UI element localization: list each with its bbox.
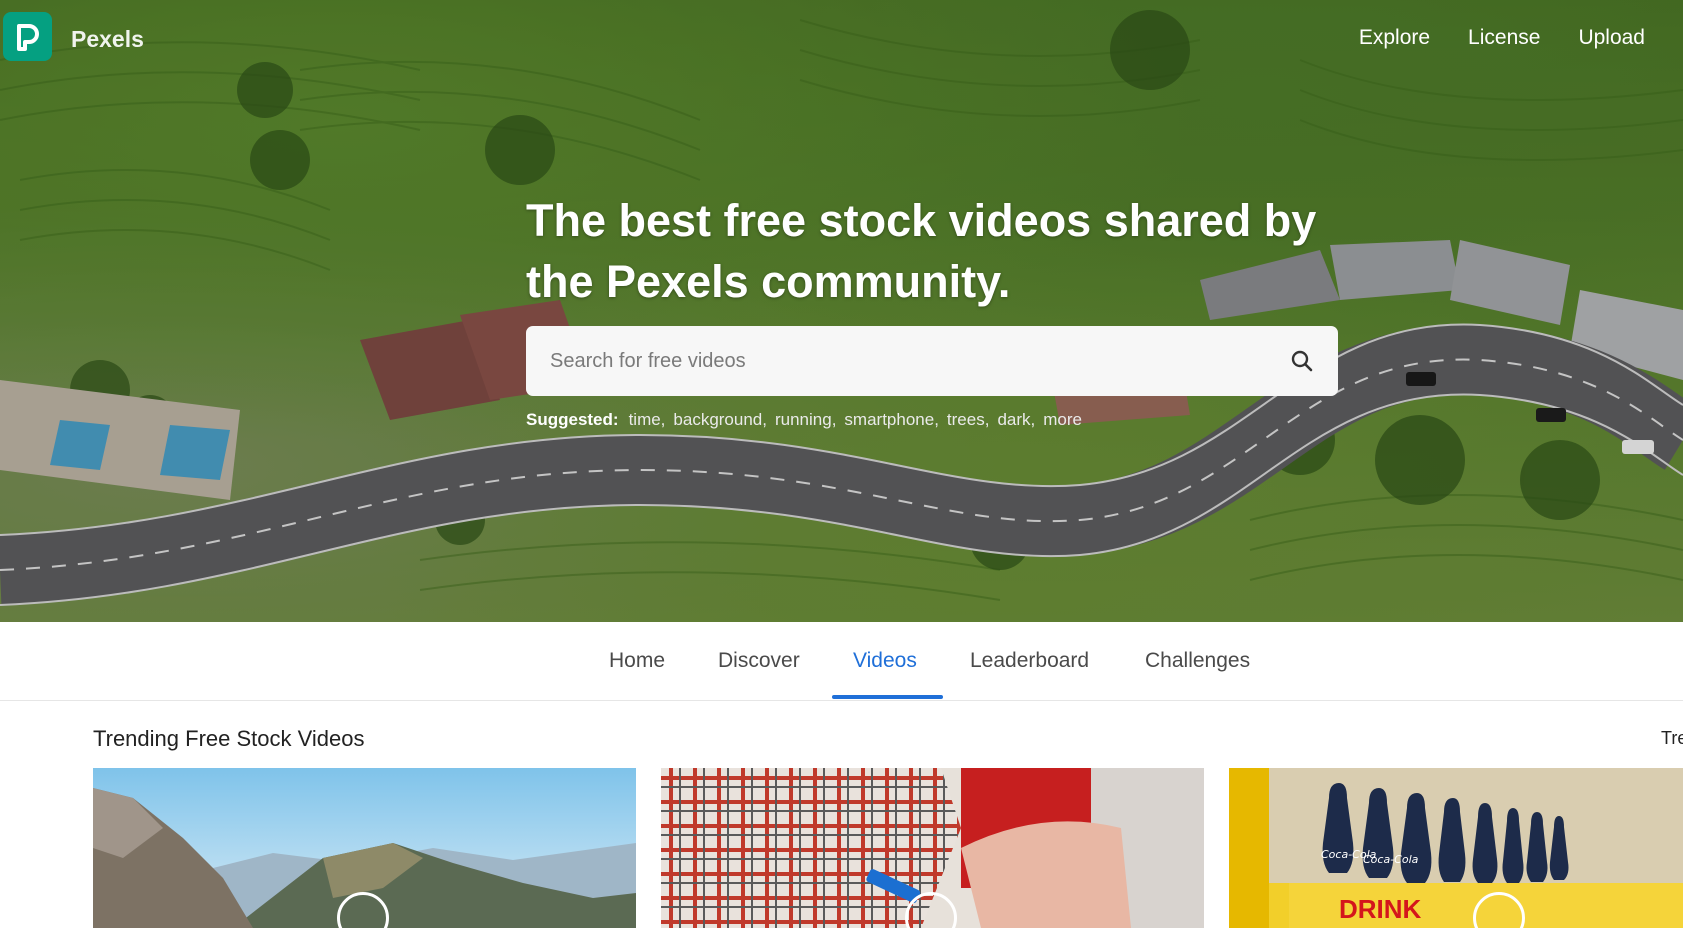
- search-icon[interactable]: [1288, 347, 1316, 375]
- active-tab-indicator: [832, 695, 943, 699]
- video-card-plaid-shirt[interactable]: [661, 768, 1204, 928]
- hero-headline: The best free stock videos shared by the…: [526, 195, 1317, 307]
- nav-license[interactable]: License: [1468, 26, 1540, 50]
- suggested-tag-smartphone[interactable]: smartphone,: [844, 410, 939, 430]
- search-input[interactable]: [548, 348, 1288, 374]
- top-navigation: Explore License Upload: [1359, 26, 1645, 50]
- brand-name[interactable]: Pexels: [71, 26, 144, 53]
- tab-home[interactable]: Home: [609, 649, 665, 673]
- video-card-mountains[interactable]: [93, 768, 636, 928]
- pexels-logo[interactable]: [3, 12, 52, 61]
- section-tabs: Home Discover Videos Leaderboard Challen…: [0, 622, 1683, 701]
- tab-discover[interactable]: Discover: [718, 649, 800, 673]
- video-card-coca-cola[interactable]: Coca-Cola Coca-Cola DRINK: [1229, 768, 1683, 928]
- suggested-tag-time[interactable]: time,: [629, 410, 666, 430]
- suggested-searches: Suggested: time, background, running, sm…: [526, 410, 1082, 430]
- video-thumbnail-coca-cola: Coca-Cola Coca-Cola DRINK: [1229, 768, 1683, 928]
- suggested-tag-more[interactable]: more: [1043, 410, 1082, 430]
- trending-more-link[interactable]: Tre: [1661, 728, 1683, 749]
- suggested-tag-background[interactable]: background,: [673, 410, 767, 430]
- suggested-tag-trees[interactable]: trees,: [947, 410, 990, 430]
- nav-explore[interactable]: Explore: [1359, 26, 1430, 50]
- suggested-tag-running[interactable]: running,: [775, 410, 836, 430]
- tab-leaderboard[interactable]: Leaderboard: [970, 649, 1089, 673]
- drink-sign-text: DRINK: [1339, 894, 1422, 924]
- nav-upload[interactable]: Upload: [1578, 26, 1645, 50]
- suggested-label: Suggested:: [526, 410, 619, 429]
- trending-title: Trending Free Stock Videos: [93, 726, 365, 751]
- search-bar: [526, 326, 1338, 396]
- tab-videos[interactable]: Videos: [853, 649, 917, 673]
- pexels-logo-icon: [16, 23, 39, 51]
- suggested-tag-dark[interactable]: dark,: [997, 410, 1035, 430]
- tab-challenges[interactable]: Challenges: [1145, 649, 1250, 673]
- bottle-label-2: Coca-Cola: [1363, 853, 1419, 866]
